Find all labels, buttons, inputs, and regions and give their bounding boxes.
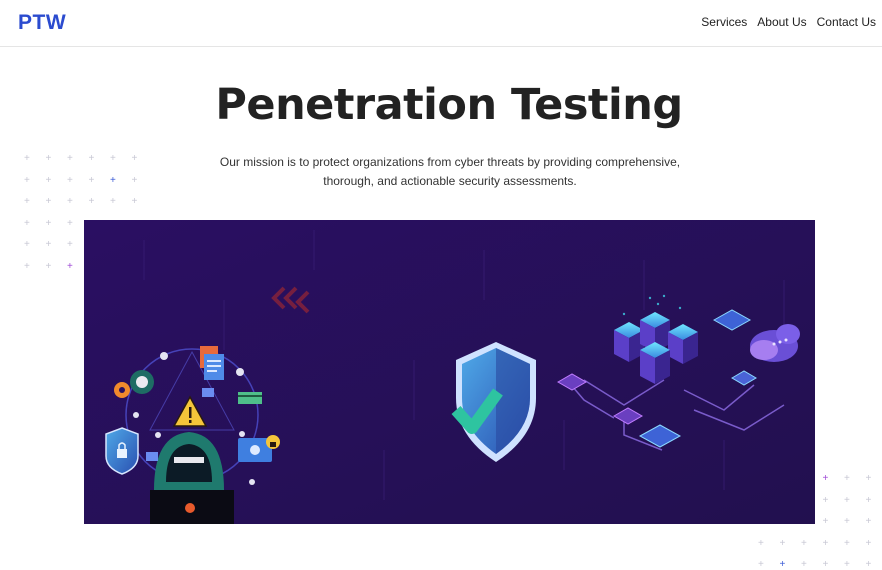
plus-icon: + [131,153,138,164]
hero-title: Penetration Testing [215,80,683,130]
nav-links: Services About Us Contact Us [701,15,876,29]
plus-icon: + [67,260,73,272]
plus-icon: + [844,473,850,484]
plus-icon: + [45,174,52,186]
plus-icon: + [45,153,52,164]
plus-icon: + [24,260,30,272]
navbar: PTW Services About Us Contact Us [0,0,882,47]
plus-icon: + [844,516,850,527]
plus-icon: + [67,196,73,207]
plus-icon: + [758,537,764,549]
plus-icon: + [88,174,95,186]
plus-icon: + [865,494,872,506]
nav-link-services[interactable]: Services [701,15,747,29]
banner-art [84,220,815,524]
plus-icon: + [822,516,829,527]
plus-icon: + [45,239,52,250]
site-logo[interactable]: PTW [18,11,66,35]
plus-icon: + [865,516,872,527]
plus-icon: + [131,174,138,186]
plus-icon: + [801,559,807,570]
plus-icon: + [844,559,850,570]
plus-icon: + [865,473,872,484]
plus-icon: + [822,559,829,570]
plus-icon: + [822,473,829,484]
plus-icon: + [758,559,764,570]
plus-icon: + [844,494,850,506]
nav-link-about-us[interactable]: About Us [757,15,806,29]
plus-icon: + [67,153,73,164]
plus-icon: + [24,239,30,250]
plus-icon: + [24,153,30,164]
plus-icon: + [865,537,872,549]
gear-icon [114,382,130,398]
plus-icon: + [822,537,829,549]
plus-icon: + [110,196,116,207]
plus-icon: + [45,196,52,207]
plus-icon: + [801,537,807,549]
plus-icon: + [67,217,73,229]
lock-icon [105,427,139,475]
plus-icon: + [88,153,95,164]
plus-icon: + [67,174,73,186]
hero-banner-illustration [84,220,815,524]
plus-icon: + [110,174,116,186]
plus-icon: + [45,260,52,272]
plus-icon: + [24,217,30,229]
plus-icon: + [844,537,850,549]
plus-icon: + [67,239,73,250]
plus-icon: + [865,559,872,570]
plus-icon: + [24,196,30,207]
plus-icon: + [24,174,30,186]
plus-icon: + [45,217,52,229]
plus-icon: + [822,494,829,506]
nav-link-contact-us[interactable]: Contact Us [817,15,876,29]
plus-icon: + [131,196,138,207]
plus-icon: + [110,153,116,164]
plus-icon: + [779,559,786,570]
plus-icon: + [88,196,95,207]
plus-icon: + [779,537,786,549]
hero-description: Our mission is to protect organizations … [219,155,681,188]
